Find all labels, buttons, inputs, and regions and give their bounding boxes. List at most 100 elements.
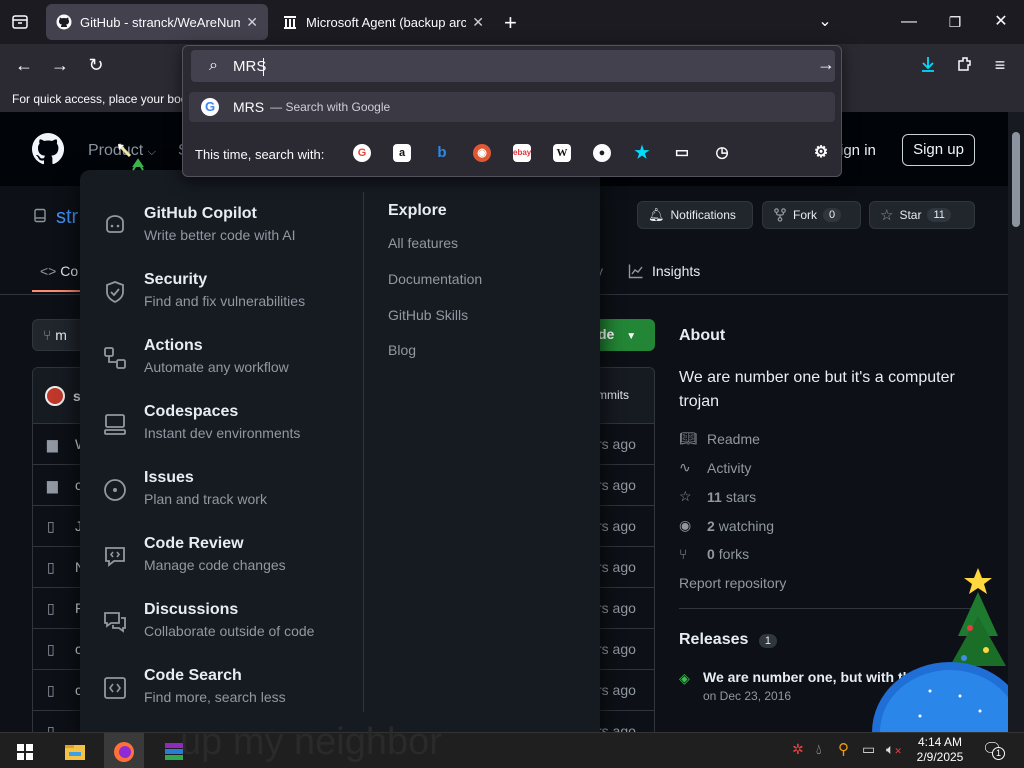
restore-icon[interactable]: ❐	[940, 8, 970, 36]
tray-drop-icon[interactable]: 💧︎	[816, 741, 822, 758]
wikipedia-engine-icon[interactable]: W	[553, 144, 571, 162]
menu-item-description: Find more, search less	[144, 689, 286, 705]
activity-link[interactable]: ∿ Activity	[679, 459, 751, 476]
about-title: About	[679, 327, 726, 344]
github-engine-icon[interactable]: ●	[593, 144, 611, 162]
scrollbar-thumb[interactable]	[1012, 132, 1020, 227]
file-updated: rs ago	[597, 682, 636, 698]
watching-link[interactable]: ◉ 2 watching	[679, 517, 774, 534]
windows-start-icon[interactable]	[6, 737, 44, 767]
tray-network-icon[interactable]: ✲	[792, 741, 804, 758]
back-icon[interactable]: ←	[9, 51, 39, 79]
explore-github-skills[interactable]: GitHub Skills	[388, 307, 468, 323]
shield-icon	[106, 281, 124, 304]
product-menu-item[interactable]: Code Search Find more, search less	[102, 667, 362, 713]
bing-engine-icon[interactable]: b	[433, 144, 451, 162]
issue-icon	[104, 479, 126, 501]
tab-insights[interactable]: Insights	[628, 263, 700, 279]
forks-link[interactable]: ⑂ 0 forks	[679, 546, 749, 562]
list-all-tabs-icon[interactable]: ⌄	[810, 8, 840, 36]
google-engine-icon[interactable]: G	[353, 144, 371, 162]
menu-item-description: Instant dev environments	[144, 425, 301, 441]
releases-count: 1	[758, 634, 777, 648]
tab-code[interactable]: <> Co	[40, 263, 78, 279]
commits-link[interactable]: mmits	[597, 388, 629, 402]
product-menu-item[interactable]: Discussions Collaborate outside of code	[102, 601, 362, 647]
winrar-icon[interactable]	[155, 737, 193, 767]
google-icon: G	[201, 98, 219, 116]
product-menu-item[interactable]: Codespaces Instant dev environments	[102, 403, 362, 449]
file-explorer-icon[interactable]	[56, 737, 94, 767]
stars-link[interactable]: ☆ 11 stars	[679, 488, 756, 505]
minimize-icon[interactable]: —	[894, 8, 924, 36]
star-bookmarks-icon[interactable]: ★	[633, 144, 651, 162]
product-menu-item[interactable]: Issues Plan and track work	[102, 469, 362, 515]
product-menu-item[interactable]: Actions Automate any workflow	[102, 337, 362, 383]
address-bar-dropdown: ⌕ MRS → G MRS — Search with Google This …	[182, 45, 842, 177]
product-menu-item[interactable]: Security Find and fix vulnerabilities	[102, 271, 362, 317]
amazon-engine-icon[interactable]: a	[393, 144, 411, 162]
archive-favicon-icon	[284, 16, 296, 29]
go-arrow-icon[interactable]: →	[817, 54, 835, 75]
christmas-tree-decoration	[872, 568, 1008, 732]
tabs-search-icon[interactable]: ▭	[673, 144, 691, 162]
tab-github[interactable]: GitHub - stranck/WeAreNumberOne ✕	[46, 4, 268, 40]
menu-divider	[363, 192, 364, 712]
notifications-button[interactable]: 🔔︎ Notifications	[637, 201, 753, 229]
stars-label: stars	[725, 488, 757, 505]
forward-icon[interactable]: →	[45, 51, 75, 79]
address-input[interactable]: MRS	[233, 58, 266, 75]
releases-title: Releases	[679, 631, 749, 648]
sign-up-button[interactable]: Sign up	[902, 134, 975, 166]
fork-button[interactable]: Fork 0	[762, 201, 861, 229]
extensions-icon[interactable]	[955, 54, 975, 74]
close-tab-icon[interactable]: ✕	[472, 14, 484, 31]
reload-icon[interactable]: ↻	[81, 51, 111, 79]
explore-all-features[interactable]: All features	[388, 235, 458, 251]
history-icon[interactable]: ◷	[713, 144, 731, 162]
close-tab-icon[interactable]: ✕	[246, 14, 258, 31]
menu-item-description: Automate any workflow	[144, 359, 289, 375]
action-center-icon[interactable]: 🗨︎ 1	[982, 739, 1005, 760]
github-logo-icon[interactable]	[32, 133, 64, 165]
search-settings-gear-icon[interactable]: ⚙	[812, 144, 830, 162]
new-tab-icon[interactable]: +	[504, 10, 517, 36]
tray-search-icon[interactable]: ⚲	[838, 740, 849, 758]
product-menu-item[interactable]: Code Review Manage code changes	[102, 535, 362, 581]
duckduckgo-engine-icon[interactable]: ◉	[473, 144, 491, 162]
product-menu-item[interactable]: GitHub Copilot Write better code with AI	[102, 205, 362, 251]
clock[interactable]: 4:14 AM 2/9/2025	[912, 735, 968, 765]
page-scrollbar[interactable]	[1008, 112, 1024, 732]
code-search-icon	[104, 677, 126, 699]
tab-microsoft-agent[interactable]: Microsoft Agent (backup archive) ✕	[272, 4, 494, 40]
star-button[interactable]: ☆ Star 11	[869, 201, 975, 229]
firefox-icon[interactable]	[105, 737, 143, 767]
about-description: We are number one but it's a computer tr…	[679, 369, 955, 410]
tray-display-icon[interactable]: ▭	[862, 741, 875, 758]
avatar	[45, 386, 65, 406]
tab-list-icon[interactable]	[10, 12, 30, 32]
ebay-engine-icon[interactable]: ebay	[513, 144, 531, 162]
readme-link[interactable]: 📖︎ Readme	[679, 430, 760, 447]
fork-count: 0	[823, 208, 842, 222]
file-icon: ▯	[47, 682, 55, 698]
releases-heading[interactable]: Releases 1	[679, 631, 777, 649]
menu-item-title: Actions	[144, 337, 203, 354]
star-count: 11	[927, 208, 951, 222]
mouse-cursor-icon	[117, 143, 144, 171]
address-bar[interactable]: ⌕ MRS →	[191, 50, 835, 82]
close-window-icon[interactable]: ✕	[986, 8, 1016, 36]
code-button-label: de	[598, 326, 615, 342]
explore-documentation[interactable]: Documentation	[388, 271, 482, 287]
explore-blog[interactable]: Blog	[388, 342, 416, 358]
menu-icon[interactable]: ≡	[985, 51, 1015, 79]
download-icon[interactable]	[918, 54, 938, 74]
volume-muted-icon[interactable]: 🔈︎✕	[886, 741, 902, 758]
repo-owner-link[interactable]: str	[56, 206, 78, 229]
star-outline-icon: ☆	[679, 488, 692, 504]
report-repository-link[interactable]: Report repository	[679, 575, 786, 591]
file-updated: rs ago	[597, 600, 636, 616]
suggestion-row[interactable]: G MRS — Search with Google	[189, 92, 835, 122]
forks-count: 0	[707, 546, 715, 562]
star-label: Star	[899, 208, 922, 222]
